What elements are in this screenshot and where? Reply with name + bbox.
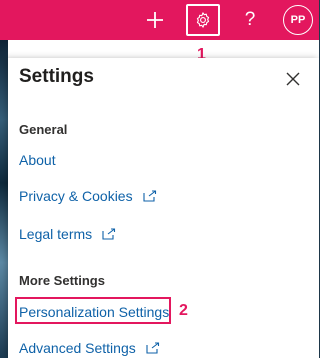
close-icon <box>286 72 300 86</box>
advanced-settings-link[interactable]: Advanced Settings <box>19 340 160 356</box>
avatar[interactable]: PP <box>283 5 313 35</box>
open-in-new-window-icon <box>102 228 116 240</box>
section-heading-general: General <box>19 122 68 137</box>
about-link[interactable]: About <box>19 152 56 168</box>
help-icon: ? <box>244 9 256 30</box>
top-app-bar: ? PP <box>0 0 319 40</box>
panel-header-strip <box>8 40 319 58</box>
privacy-cookies-link[interactable]: Privacy & Cookies <box>19 188 157 204</box>
help-button[interactable]: ? <box>234 4 266 36</box>
gear-icon <box>196 12 210 28</box>
privacy-cookies-label: Privacy & Cookies <box>19 188 133 204</box>
settings-panel: Settings General About Privacy & Cookies… <box>8 58 319 358</box>
close-button[interactable] <box>282 68 304 90</box>
advanced-settings-label: Advanced Settings <box>19 340 136 356</box>
about-label: About <box>19 152 56 168</box>
plus-icon <box>147 12 163 28</box>
open-in-new-window-icon <box>146 342 160 354</box>
settings-button[interactable] <box>186 4 220 36</box>
personalization-settings-link[interactable]: Personalization Settings <box>19 304 169 320</box>
panel-title: Settings <box>19 66 94 87</box>
callout-label-2: 2 <box>179 302 188 319</box>
legal-terms-label: Legal terms <box>19 226 93 242</box>
personalization-settings-label: Personalization Settings <box>19 304 170 320</box>
background-page <box>0 40 8 358</box>
open-in-new-window-icon <box>143 190 157 202</box>
section-heading-more-settings: More Settings <box>19 273 105 288</box>
legal-terms-link[interactable]: Legal terms <box>19 226 116 242</box>
new-item-button[interactable] <box>139 4 171 36</box>
